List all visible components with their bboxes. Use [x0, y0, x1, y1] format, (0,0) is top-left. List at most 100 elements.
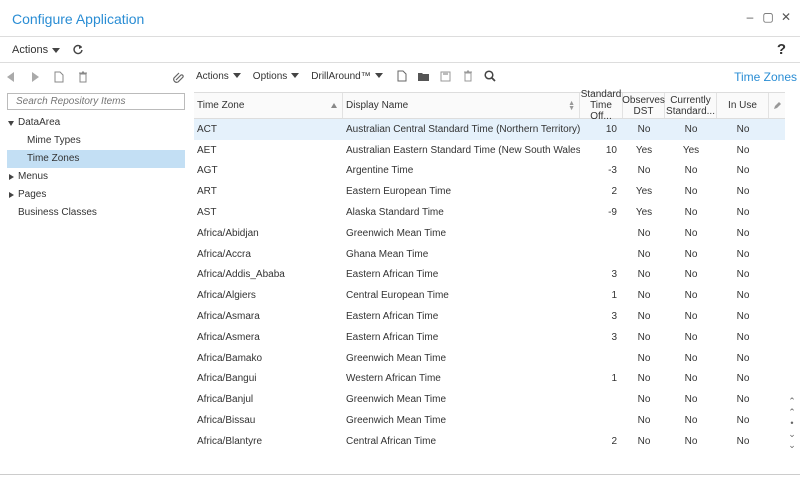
- table-row[interactable]: Africa/Accra Ghana Mean Time No No No: [194, 244, 785, 265]
- cell-in-use: No: [736, 352, 750, 364]
- tree-item-label: Business Classes: [18, 207, 97, 218]
- column-label: Time Zone: [197, 100, 245, 111]
- tree-item-mime-types[interactable]: Mime Types: [7, 132, 185, 150]
- cell-time-zone: AST: [197, 207, 217, 219]
- table-row[interactable]: Africa/Blantyre Central African Time 2 No No…: [194, 431, 785, 452]
- page-down-icon[interactable]: ⌄: [786, 429, 798, 440]
- minimize-icon[interactable]: –: [744, 10, 756, 24]
- column-header-display-name[interactable]: Display Name ▲ ▼: [343, 93, 580, 118]
- cell-display-name: Western African Time: [346, 373, 441, 385]
- back-arrow-icon[interactable]: [4, 70, 18, 84]
- cell-observes-dst: No: [637, 248, 651, 260]
- cell-time-zone: Africa/Blantyre: [197, 435, 263, 447]
- table-row[interactable]: Africa/Asmara Eastern African Time 3 No No No: [194, 306, 785, 327]
- maximize-icon[interactable]: ▢: [762, 10, 774, 24]
- table-row[interactable]: AST Alaska Standard Time -9 Yes No No: [194, 202, 785, 223]
- table-row[interactable]: Africa/Bangui Western African Time 1 No No No: [194, 369, 785, 390]
- cell-standard-offset: 1: [611, 373, 617, 385]
- panel-title: Time Zones: [734, 70, 797, 84]
- column-header-in-use[interactable]: In Use: [717, 93, 769, 118]
- forward-arrow-icon[interactable]: [28, 70, 42, 84]
- save-icon[interactable]: [439, 69, 453, 83]
- cell-in-use: No: [736, 435, 750, 447]
- tree-item-dataarea[interactable]: DataArea: [7, 114, 185, 132]
- table-row[interactable]: Africa/Abidjan Greenwich Mean Time No No No: [194, 223, 785, 244]
- toolbar-divider: [0, 62, 800, 63]
- new-record-icon[interactable]: [395, 69, 409, 83]
- column-header-time-zone[interactable]: Time Zone: [194, 93, 343, 118]
- cell-time-zone: AET: [197, 144, 217, 156]
- repository-search-input[interactable]: [7, 93, 185, 110]
- close-icon[interactable]: ✕: [780, 10, 792, 24]
- tree-item-pages[interactable]: Pages: [7, 186, 185, 204]
- grid-actions-menu[interactable]: Actions: [196, 71, 241, 82]
- search-icon[interactable]: [483, 69, 497, 83]
- options-menu[interactable]: Options: [253, 71, 300, 82]
- cell-in-use: No: [736, 227, 750, 239]
- edit-columns-icon[interactable]: [769, 93, 785, 118]
- attachment-icon[interactable]: [172, 70, 186, 84]
- tree-item-business-classes[interactable]: Business Classes: [7, 204, 185, 222]
- cell-currently-standard: No: [684, 331, 698, 343]
- column-header-observes-dst[interactable]: Observes DST: [622, 93, 665, 118]
- cell-currently-standard: No: [684, 415, 698, 427]
- scroll-bottom-icon[interactable]: ⌄: [786, 440, 798, 451]
- scroll-position-icon: •: [790, 418, 794, 428]
- cell-in-use: No: [736, 311, 750, 323]
- cell-time-zone: Africa/Addis_Ababa: [197, 269, 285, 281]
- cell-display-name: Alaska Standard Time: [346, 207, 444, 219]
- table-row[interactable]: ART Eastern European Time 2 Yes No No: [194, 181, 785, 202]
- tree-item-time-zones[interactable]: Time Zones: [7, 150, 185, 168]
- table-row[interactable]: Africa/Bamako Greenwich Mean Time No No No: [194, 348, 785, 369]
- time-zones-grid: Time Zone Display Name ▲ ▼ Standard Time O…: [194, 89, 785, 452]
- expand-icon[interactable]: [8, 121, 14, 126]
- trash-icon[interactable]: [76, 70, 90, 84]
- cell-time-zone: Africa/Bissau: [197, 415, 256, 427]
- table-row[interactable]: AGT Argentine Time -3 No No No: [194, 161, 785, 182]
- cell-in-use: No: [736, 373, 750, 385]
- new-document-icon[interactable]: [52, 70, 66, 84]
- table-row[interactable]: Africa/Banjul Greenwich Mean Time No No No: [194, 389, 785, 410]
- cell-standard-offset: 10: [605, 123, 617, 135]
- table-row[interactable]: Africa/Asmera Eastern African Time 3 No No No: [194, 327, 785, 348]
- table-row[interactable]: Africa/Algiers Central European Time 1 No No…: [194, 285, 785, 306]
- sort-icon: ▲ ▼: [568, 100, 575, 112]
- cell-time-zone: ACT: [197, 123, 217, 135]
- tree-item-menus[interactable]: Menus: [7, 168, 185, 186]
- page-up-icon[interactable]: ⌃: [786, 407, 798, 418]
- cell-currently-standard: No: [684, 435, 698, 447]
- cell-standard-offset: 2: [611, 186, 617, 198]
- open-folder-icon[interactable]: [417, 69, 431, 83]
- column-label: Currently Standard...: [666, 94, 715, 117]
- table-row[interactable]: ACT Australian Central Standard Time (Nor…: [194, 119, 785, 140]
- table-row[interactable]: Africa/Bissau Greenwich Mean Time No No No: [194, 410, 785, 431]
- column-header-currently-standard[interactable]: Currently Standard...: [665, 93, 717, 118]
- scroll-top-icon[interactable]: ⌃: [786, 396, 798, 407]
- cell-standard-offset: 2: [611, 435, 617, 447]
- help-icon[interactable]: ?: [777, 41, 786, 58]
- cell-time-zone: Africa/Banjul: [197, 394, 254, 406]
- cell-display-name: Australian Central Standard Time (Northe…: [346, 123, 580, 135]
- cell-display-name: Eastern African Time: [346, 269, 439, 281]
- table-row[interactable]: Africa/Addis_Ababa Eastern African Time 3 N…: [194, 265, 785, 286]
- collapse-icon[interactable]: [9, 192, 14, 198]
- actions-menu[interactable]: Actions: [12, 44, 61, 56]
- cell-currently-standard: No: [684, 123, 698, 135]
- cell-display-name: Eastern African Time: [346, 331, 439, 343]
- refresh-icon[interactable]: [72, 44, 84, 56]
- tree-item-label: Time Zones: [27, 153, 80, 164]
- cell-in-use: No: [736, 290, 750, 302]
- title-divider: [0, 36, 800, 37]
- drillaround-menu[interactable]: DrillAround™: [311, 71, 383, 82]
- table-row[interactable]: AET Australian Eastern Standard Time (New…: [194, 140, 785, 161]
- column-label: Standard Time Off...: [580, 89, 622, 122]
- cell-in-use: No: [736, 165, 750, 177]
- cell-observes-dst: No: [637, 331, 651, 343]
- column-header-standard-offset[interactable]: Standard Time Off...: [580, 89, 623, 122]
- cell-in-use: No: [736, 269, 750, 281]
- collapse-icon[interactable]: [9, 174, 14, 180]
- delete-icon[interactable]: [461, 69, 475, 83]
- chevron-down-icon: [291, 73, 300, 79]
- cell-currently-standard: No: [684, 248, 698, 260]
- grid-body: ACT Australian Central Standard Time (Nor…: [194, 119, 785, 452]
